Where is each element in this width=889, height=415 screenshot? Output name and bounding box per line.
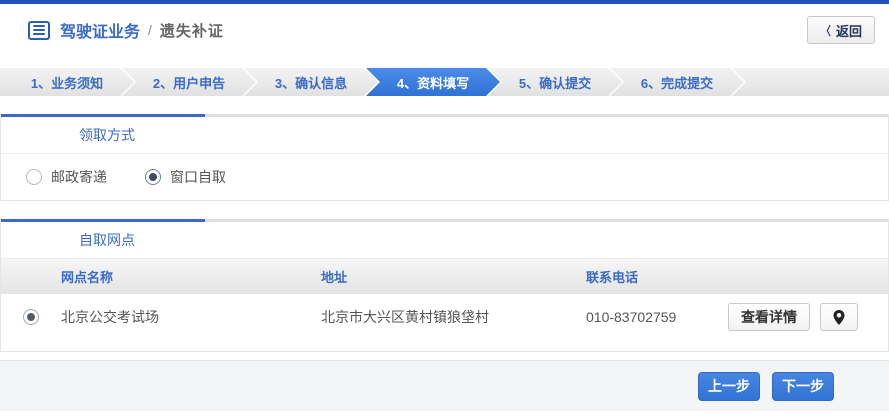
view-details-button[interactable]: 查看详情: [728, 303, 810, 331]
page: 驾驶证业务 / 遗失补证 〈 返回 1、业务须知 2、用户申告 3、确认信息 4…: [0, 0, 889, 415]
radio-window-pickup[interactable]: 窗口自取: [145, 167, 226, 187]
step-2-user-declaration[interactable]: 2、用户申告: [122, 68, 256, 96]
breadcrumb-separator: /: [148, 22, 152, 38]
radio-window-pickup-label: 窗口自取: [170, 167, 226, 187]
next-step-button[interactable]: 下一步: [772, 372, 834, 401]
pickup-locations-section: 自取网点 网点名称 地址 联系电话 北京公交考试场 北京市大兴区黄村镇狼垡村 0…: [0, 219, 889, 352]
step-bar-filler: [732, 68, 889, 96]
location-table-row[interactable]: 北京公交考试场 北京市大兴区黄村镇狼垡村 010-83702759 查看详情: [1, 294, 888, 340]
page-header: 驾驶证业务 / 遗失补证 〈 返回: [0, 4, 889, 56]
step-wizard: 1、业务须知 2、用户申告 3、确认信息 4、资料填写 5、确认提交 6、完成提…: [0, 68, 889, 96]
pickup-locations-title: 自取网点: [1, 222, 888, 259]
back-button-label: 返回: [836, 21, 862, 40]
radio-unselected-icon[interactable]: [26, 169, 42, 185]
back-button[interactable]: 〈 返回: [807, 16, 875, 44]
column-header-name: 网点名称: [61, 267, 321, 286]
pickup-method-title: 领取方式: [1, 117, 888, 154]
map-pin-icon: [833, 310, 845, 325]
column-header-address: 地址: [321, 267, 586, 286]
table-bottom-padding: [1, 340, 888, 351]
chevron-left-icon: 〈: [821, 22, 831, 39]
step-5-confirm-submit[interactable]: 5、确认提交: [488, 68, 622, 96]
page-title: 驾驶证业务: [60, 18, 140, 42]
map-location-button[interactable]: [820, 303, 858, 331]
footer-action-bar: 上一步 下一步: [0, 360, 889, 411]
pickup-method-section: 领取方式 邮政寄递 窗口自取: [0, 114, 889, 201]
radio-selected-icon[interactable]: [145, 169, 161, 185]
list-icon: [28, 21, 50, 40]
breadcrumb-current: 遗失补证: [160, 20, 224, 41]
step-1-business-notice[interactable]: 1、业务须知: [0, 68, 134, 96]
previous-step-button[interactable]: 上一步: [698, 372, 760, 401]
step-3-confirm-info[interactable]: 3、确认信息: [244, 68, 378, 96]
step-4-fill-data[interactable]: 4、资料填写: [366, 68, 500, 96]
section-top-border: [1, 219, 888, 222]
step-6-complete-submit[interactable]: 6、完成提交: [610, 68, 744, 96]
row-radio-selected-icon[interactable]: [23, 309, 39, 325]
location-name: 北京公交考试场: [61, 307, 321, 327]
radio-postal-delivery-label: 邮政寄递: [51, 167, 107, 187]
location-phone: 010-83702759: [586, 309, 728, 325]
location-address: 北京市大兴区黄村镇狼垡村: [321, 307, 586, 327]
radio-postal-delivery[interactable]: 邮政寄递: [26, 167, 107, 187]
column-header-phone: 联系电话: [586, 267, 728, 286]
pickup-method-options: 邮政寄递 窗口自取: [1, 154, 888, 200]
locations-table-header: 网点名称 地址 联系电话: [1, 259, 888, 294]
section-top-border: [1, 114, 888, 117]
